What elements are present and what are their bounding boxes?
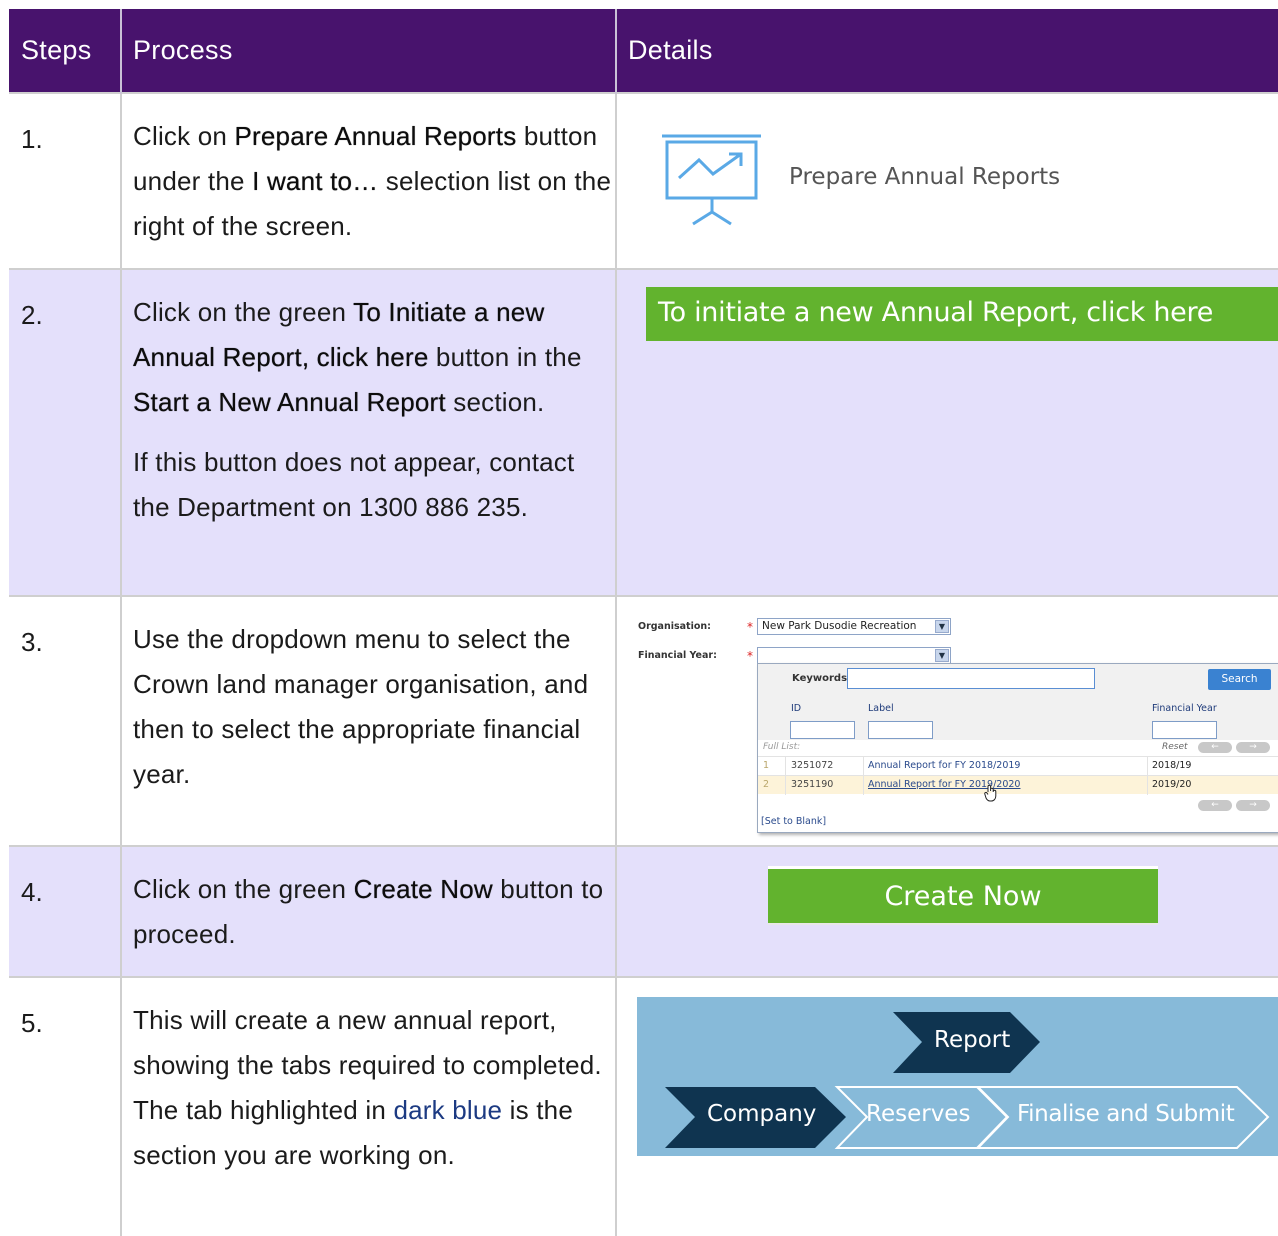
process-text: Click on the green To Initiate a new Ann… [133, 290, 613, 530]
emphasis-text: To Initiate a new Annual Report, click h… [133, 297, 545, 372]
header-divider [615, 9, 617, 94]
row-number: 2 [763, 779, 770, 790]
initiate-annual-report-button[interactable]: To initiate a new Annual Report, click h… [646, 287, 1278, 341]
header-divider [120, 9, 122, 94]
details-cell: Prepare Annual Reports [627, 94, 1278, 268]
step-number: 2. [21, 300, 43, 330]
details-cell: Report Company Reserves Finalise and Sub… [627, 978, 1278, 1236]
table-row: 2. Click on the green To Initiate a new … [9, 270, 1278, 597]
row-fy: 2018/19 [1152, 760, 1192, 771]
reset-link[interactable]: Reset [1162, 742, 1188, 752]
organisation-value: New Park Dusodie Recreation [762, 620, 917, 632]
step-number: 3. [21, 627, 43, 657]
keywords-label: Keywords: [792, 673, 852, 684]
report-selection-form: Organisation: * New Park Dusodie Recreat… [627, 597, 1278, 845]
process-text: Use the dropdown menu to select the Crow… [133, 624, 589, 789]
financial-year-popup: Keywords: Search ID Label Financial Year… [757, 663, 1278, 833]
step-number: 1. [21, 124, 43, 154]
organisation-dropdown[interactable]: New Park Dusodie Recreation ▼ [757, 618, 951, 635]
column-header-id: ID [791, 703, 802, 714]
process-text: This will create a new annual report, sh… [133, 1005, 602, 1170]
prepare-annual-reports-label[interactable]: Prepare Annual Reports [789, 164, 1060, 190]
table-header: Steps Process Details [9, 9, 1278, 94]
required-marker: * [747, 620, 753, 634]
chevron-down-icon[interactable]: ▼ [935, 649, 949, 662]
required-marker: * [747, 649, 753, 663]
divider [1147, 757, 1148, 776]
column-divider [615, 94, 617, 1236]
divider [785, 757, 786, 776]
process-paragraph: Click on the green To Initiate a new Ann… [133, 297, 582, 417]
divider [1147, 776, 1148, 795]
table-row: 1. Click on Prepare Annual Reports butto… [9, 94, 1278, 270]
divider [863, 776, 864, 795]
details-cell: To initiate a new Annual Report, click h… [627, 270, 1278, 595]
tab-finalise-and-submit[interactable]: Finalise and Submit [1017, 1101, 1235, 1127]
search-button[interactable]: Search [1208, 669, 1271, 690]
row-id: 3251190 [791, 779, 834, 790]
financial-year-label: Financial Year: [638, 650, 717, 661]
header-details: Details [628, 35, 713, 65]
step-number: 4. [21, 877, 43, 907]
financial-year-dropdown[interactable]: ▼ [757, 647, 951, 664]
tab-report[interactable]: Report [934, 1027, 1010, 1053]
process-text: Click on the green Create Now button to … [133, 874, 604, 949]
prev-page-button[interactable]: ← [1198, 800, 1232, 811]
table-row: 3. Use the dropdown menu to select the C… [9, 597, 1278, 847]
row-fy: 2019/20 [1152, 779, 1192, 790]
tab-shapes [665, 1012, 1270, 1149]
details-cell: Create Now [627, 847, 1278, 976]
table-row: 5. This will create a new annual report,… [9, 978, 1278, 1236]
column-header-label: Label [868, 703, 894, 714]
header-steps: Steps [21, 35, 92, 65]
presentation-chart-icon [662, 134, 761, 226]
next-page-button[interactable]: → [1236, 800, 1270, 811]
emphasis-text: Prepare Annual Reports [234, 121, 517, 151]
keywords-input[interactable] [847, 668, 1095, 689]
id-filter-input[interactable] [790, 721, 855, 739]
popup-search-area: Keywords: Search ID Label Financial Year [758, 664, 1278, 740]
highlight-text: dark blue [393, 1095, 503, 1125]
step-number: 5. [21, 1008, 43, 1038]
set-to-blank-link[interactable]: [Set to Blank] [761, 816, 826, 827]
process-text: Click on Prepare Annual Reports button u… [133, 121, 612, 241]
tab-reserves[interactable]: Reserves [866, 1101, 970, 1127]
row-number: 1 [763, 760, 770, 771]
emphasis-text: I want to… [252, 166, 379, 196]
divider [785, 776, 786, 795]
full-list-label: Full List: [763, 742, 801, 752]
row-id: 3251072 [791, 760, 834, 771]
table-row[interactable]: 2 3251190 Annual Report for FY 2019/2020… [758, 775, 1278, 795]
column-header-financial-year: Financial Year [1152, 703, 1217, 714]
next-page-button[interactable]: → [1236, 742, 1270, 753]
table-row: 4. Click on the green Create Now button … [9, 847, 1278, 978]
divider [863, 757, 864, 776]
organisation-label: Organisation: [638, 621, 711, 632]
emphasis-text: Start a New Annual Report [133, 387, 446, 417]
create-now-button[interactable]: Create Now [768, 869, 1158, 925]
fy-filter-input[interactable] [1152, 721, 1217, 739]
table-row[interactable]: 1 3251072 Annual Report for FY 2018/2019… [758, 756, 1278, 776]
tab-company[interactable]: Company [707, 1101, 816, 1127]
row-label[interactable]: Annual Report for FY 2018/2019 [868, 757, 1020, 775]
header-process: Process [133, 35, 233, 65]
hand-cursor-icon [984, 784, 997, 802]
emphasis-text: Create Now [353, 874, 493, 904]
process-paragraph: If this button does not appear, contact … [133, 447, 575, 522]
chevron-down-icon[interactable]: ▼ [935, 620, 949, 633]
column-divider [120, 94, 122, 1236]
report-tabs: Report Company Reserves Finalise and Sub… [637, 997, 1278, 1156]
label-filter-input[interactable] [868, 721, 933, 739]
prev-page-button[interactable]: ← [1198, 742, 1232, 753]
